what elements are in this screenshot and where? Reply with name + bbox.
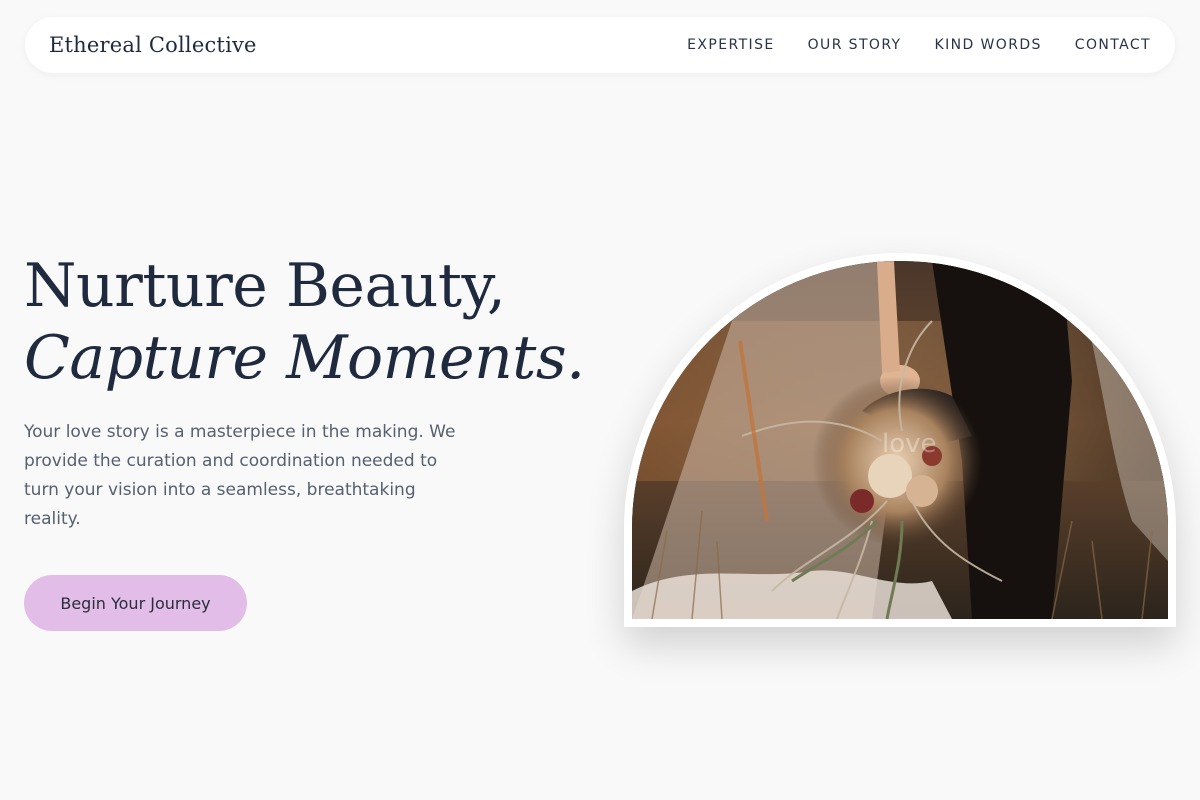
top-navbar: Ethereal Collective EXPERTISE OUR STORY … [25,17,1175,73]
hero-title: Nurture Beauty, Capture Moments. [24,250,585,394]
hero-image-frame: love [624,253,1176,627]
nav-links: EXPERTISE OUR STORY KIND WORDS CONTACT [654,37,1151,53]
hero-description: Your love story is a masterpiece in the … [24,422,456,529]
bouquet-photo-illustration [632,261,1168,619]
page: Ethereal Collective EXPERTISE OUR STORY … [0,0,1200,800]
nav-link-expertise[interactable]: EXPERTISE [687,37,774,53]
hero-title-line-2: Capture Moments. [24,323,585,393]
brand-logo[interactable]: Ethereal Collective [49,33,257,57]
begin-journey-button[interactable]: Begin Your Journey [24,575,247,631]
nav-link-our-story[interactable]: OUR STORY [808,37,902,53]
nav-link-kind-words[interactable]: KIND WORDS [935,37,1042,53]
nav-link-contact[interactable]: CONTACT [1075,37,1151,53]
hero-title-line-1: Nurture Beauty, [24,251,506,321]
hero-wedding-photo: love [632,261,1168,619]
